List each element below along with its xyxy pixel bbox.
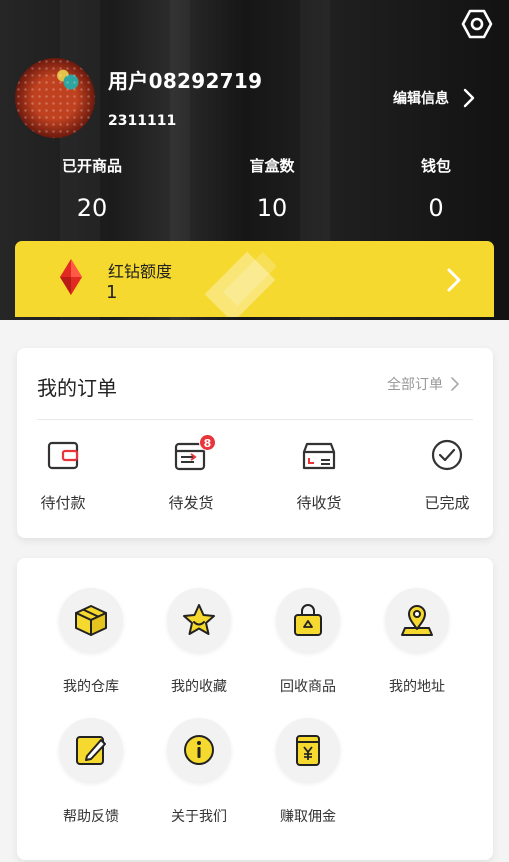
- service-earn-commission[interactable]: 赚取佣金: [253, 718, 363, 826]
- my-orders-card: 我的订单 全部订单 待付款 8 待发货 待收货 已完成: [17, 348, 493, 538]
- chevron-right-icon: [463, 88, 475, 108]
- stat-blind-boxes[interactable]: 盲盒数 10: [207, 156, 337, 222]
- username: 用户08292719: [108, 69, 263, 93]
- service-label: 关于我们: [171, 809, 227, 825]
- service-my-address[interactable]: 我的地址: [362, 588, 472, 696]
- feedback-edit-icon: [76, 736, 106, 765]
- services-card: 我的仓库 我的收藏 回收商品 我的地址 帮助反馈 关于我们 赚取佣金: [17, 558, 493, 860]
- settings-button[interactable]: [459, 6, 495, 42]
- order-label: 待发货: [168, 494, 214, 512]
- service-help-feedback[interactable]: 帮助反馈: [36, 718, 146, 826]
- all-orders-link[interactable]: 全部订单: [387, 374, 459, 394]
- star-favorite-icon: [183, 604, 215, 635]
- chevron-right-icon: [451, 377, 459, 391]
- order-label: 已完成: [424, 494, 470, 512]
- diamond-title: 红钻额度: [108, 262, 173, 281]
- stat-value: 0: [428, 194, 444, 222]
- warehouse-box-icon: [75, 605, 107, 636]
- stat-opened-products[interactable]: 已开商品 20: [27, 156, 157, 222]
- edit-info-link[interactable]: 编辑信息: [393, 86, 475, 110]
- commission-yen-icon: [296, 735, 320, 766]
- service-about-us[interactable]: 关于我们: [144, 718, 254, 826]
- profile-header: 用户08292719 2311111 编辑信息 已开商品 20 盲盒数 10 钱…: [0, 0, 509, 320]
- service-label: 回收商品: [280, 679, 336, 695]
- order-label: 待付款: [40, 494, 86, 512]
- package-receive-icon: [302, 442, 336, 470]
- chevron-right-icon: [447, 268, 461, 292]
- service-label: 帮助反馈: [63, 809, 119, 825]
- service-label: 我的仓库: [63, 679, 119, 695]
- service-my-favorites[interactable]: 我的收藏: [144, 588, 254, 696]
- recycle-bag-icon: [294, 604, 322, 636]
- red-diamond-quota-card[interactable]: 红钻额度 1: [15, 241, 494, 317]
- order-label: 待收货: [296, 494, 342, 512]
- order-pending-shipment[interactable]: 8 待发货: [146, 434, 236, 513]
- stat-value: 10: [256, 194, 288, 222]
- orders-title: 我的订单: [37, 376, 117, 400]
- stat-label: 盲盒数: [249, 157, 295, 175]
- service-label: 我的收藏: [171, 679, 227, 695]
- divider: [37, 419, 473, 420]
- stat-label: 已开商品: [61, 157, 122, 175]
- location-pin-icon: [401, 605, 433, 636]
- check-circle-icon: [431, 439, 463, 471]
- edit-info-label: 编辑信息: [393, 91, 449, 107]
- service-label: 赚取佣金: [280, 809, 336, 825]
- settings-hexagon-icon: [461, 9, 493, 39]
- service-label: 我的地址: [389, 679, 445, 695]
- info-icon: [184, 735, 214, 765]
- notification-badge: 8: [199, 434, 216, 451]
- order-pending-receipt[interactable]: 待收货: [274, 436, 364, 513]
- user-id: 2311111: [108, 113, 177, 129]
- stat-wallet[interactable]: 钱包 0: [371, 156, 501, 222]
- red-diamond-icon: [60, 259, 82, 295]
- service-my-warehouse[interactable]: 我的仓库: [36, 588, 146, 696]
- diamond-value: 1: [106, 282, 118, 303]
- order-pending-payment[interactable]: 待付款: [18, 436, 108, 513]
- service-recycle-products[interactable]: 回收商品: [253, 588, 363, 696]
- stat-label: 钱包: [420, 157, 451, 175]
- stat-value: 20: [76, 194, 108, 222]
- order-completed[interactable]: 已完成: [402, 436, 492, 513]
- user-avatar[interactable]: [15, 58, 95, 138]
- all-orders-label: 全部订单: [387, 377, 443, 393]
- wallet-icon: [47, 441, 79, 470]
